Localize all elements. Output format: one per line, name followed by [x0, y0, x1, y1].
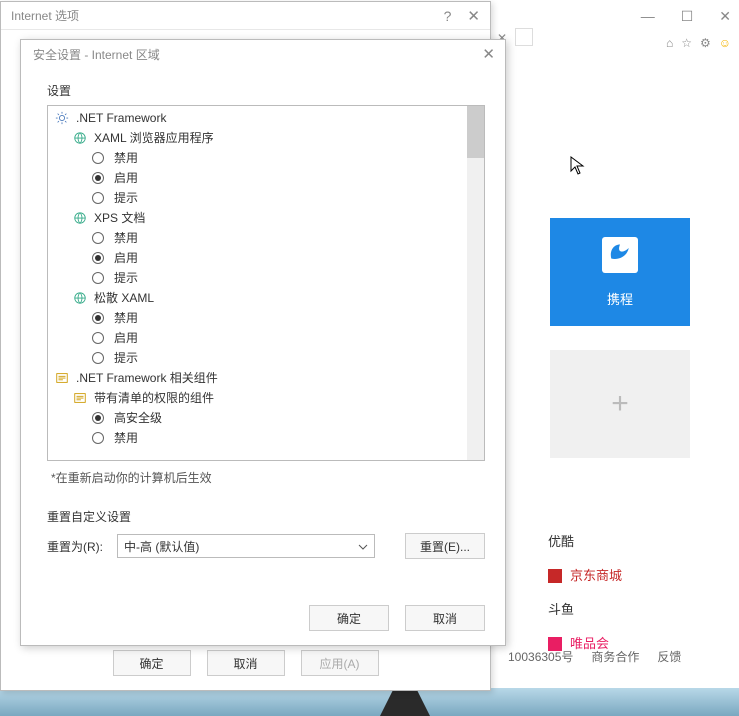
jd-icon: [548, 569, 562, 583]
dlg2-ok-button[interactable]: 确定: [309, 605, 389, 631]
restart-note: *在重新启动你的计算机后生效: [51, 469, 485, 486]
dlg1-apply-button[interactable]: 应用(A): [301, 650, 379, 676]
dlg1-title: Internet 选项: [11, 7, 444, 24]
radio-icon: [92, 192, 104, 204]
radio-icon: [92, 152, 104, 164]
bg-maximize-btn[interactable]: ☐: [681, 8, 694, 25]
gear-icon[interactable]: ⚙: [700, 36, 711, 50]
mouse-cursor: [570, 156, 586, 179]
scrollbar[interactable]: [467, 106, 484, 460]
dlg2-cancel-button[interactable]: 取消: [405, 605, 485, 631]
tree-radio-option[interactable]: 启用: [52, 248, 467, 268]
dlg1-ok-button[interactable]: 确定: [113, 650, 191, 676]
security-settings-dialog: 安全设置 - Internet 区域 ✕ 设置 .NET Framework X…: [20, 39, 506, 646]
star-icon[interactable]: ☆: [681, 36, 692, 50]
dlg2-close-icon[interactable]: ✕: [482, 45, 495, 63]
settings-tree: .NET Framework XAML 浏览器应用程序 禁用 启用 提示 XPS…: [47, 105, 485, 461]
dlg1-cancel-button[interactable]: 取消: [207, 650, 285, 676]
globe-icon: [72, 130, 88, 146]
radio-icon: [92, 352, 104, 364]
tree-node[interactable]: .NET Framework 相关组件: [52, 368, 467, 388]
dlg2-title: 安全设置 - Internet 区域: [33, 46, 482, 63]
bg-image: [0, 688, 739, 716]
scrollbar-thumb[interactable]: [467, 106, 484, 158]
reset-button[interactable]: 重置(E)...: [405, 533, 485, 559]
bg-minimize-btn[interactable]: —: [641, 8, 655, 25]
new-tab-btn[interactable]: [515, 28, 533, 46]
radio-icon: [92, 232, 104, 244]
chevron-down-icon: [358, 541, 368, 555]
tree-node[interactable]: 松散 XAML: [52, 288, 467, 308]
bg-close-btn[interactable]: ✕: [719, 8, 731, 25]
reset-level-select[interactable]: 中-高 (默认值): [117, 534, 375, 558]
radio-icon: [92, 432, 104, 444]
radio-icon: [92, 412, 104, 424]
tree-radio-option[interactable]: 禁用: [52, 148, 467, 168]
footer-icp[interactable]: 10036305号: [508, 648, 573, 665]
radio-icon: [92, 172, 104, 184]
radio-icon: [92, 252, 104, 264]
link-youku[interactable]: 优酷: [548, 525, 622, 559]
footer-biz[interactable]: 商务合作: [591, 648, 639, 665]
globe-icon: [72, 290, 88, 306]
radio-icon: [92, 272, 104, 284]
link-jd[interactable]: 京东商城: [548, 559, 622, 593]
tree-node[interactable]: XAML 浏览器应用程序: [52, 128, 467, 148]
ctrip-icon: [602, 237, 638, 273]
tree-node[interactable]: 带有清单的权限的组件: [52, 388, 467, 408]
gear-icon: [54, 370, 70, 386]
tree-radio-option[interactable]: 禁用: [52, 428, 467, 448]
tree-radio-option[interactable]: 禁用: [52, 308, 467, 328]
globe-icon: [72, 210, 88, 226]
tree-radio-option[interactable]: 启用: [52, 328, 467, 348]
dlg1-help-icon[interactable]: ?: [444, 8, 452, 24]
tile-label: 携程: [607, 289, 633, 308]
radio-icon: [92, 332, 104, 344]
tree-node[interactable]: .NET Framework: [52, 108, 467, 128]
tree-radio-option[interactable]: 提示: [52, 348, 467, 368]
settings-group-label: 设置: [47, 82, 485, 99]
dlg1-close-icon[interactable]: ✕: [467, 7, 480, 25]
reset-to-label: 重置为(R):: [47, 538, 111, 555]
gear-icon: [54, 110, 70, 126]
tree-radio-option[interactable]: 提示: [52, 268, 467, 288]
smiley-icon[interactable]: ☺: [719, 36, 731, 50]
tile-add[interactable]: +: [550, 350, 690, 458]
radio-icon: [92, 312, 104, 324]
reset-group-label: 重置自定义设置: [47, 508, 485, 525]
home-icon[interactable]: ⌂: [666, 36, 673, 50]
tree-radio-option[interactable]: 高安全级: [52, 408, 467, 428]
tile-ctrip[interactable]: 携程: [550, 218, 690, 326]
gear-icon: [72, 390, 88, 406]
tree-radio-option[interactable]: 启用: [52, 168, 467, 188]
footer-feedback[interactable]: 反馈: [657, 648, 681, 665]
tree-radio-option[interactable]: 禁用: [52, 228, 467, 248]
link-douyu[interactable]: 斗鱼: [548, 593, 622, 627]
tree-node[interactable]: XPS 文档: [52, 208, 467, 228]
tree-radio-option[interactable]: 提示: [52, 188, 467, 208]
